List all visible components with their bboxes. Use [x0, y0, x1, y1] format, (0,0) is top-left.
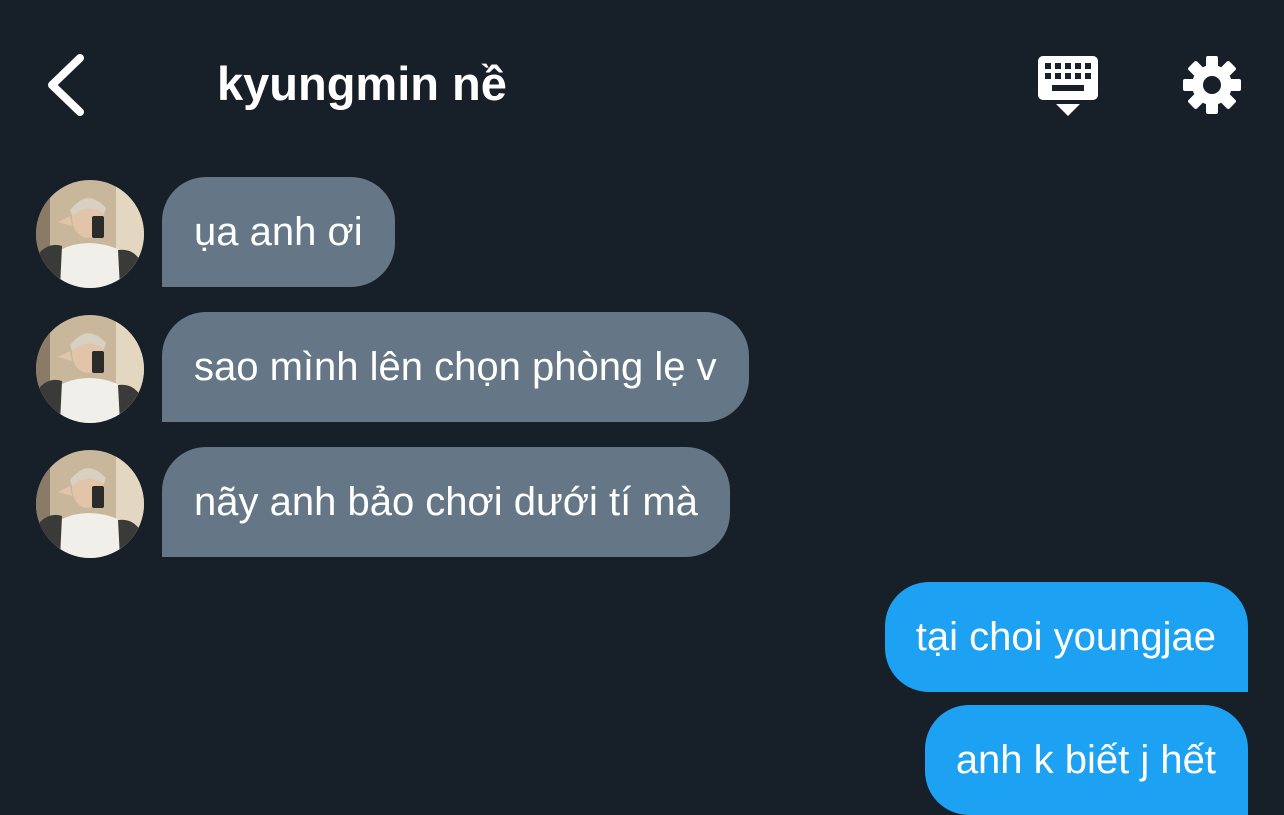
message-text: anh k biết j hết	[955, 738, 1216, 782]
settings-button[interactable]	[1180, 53, 1244, 117]
avatar[interactable]	[36, 180, 144, 288]
chevron-left-icon	[48, 54, 84, 116]
back-button[interactable]	[40, 50, 96, 120]
chat-title: kyungmin nề	[217, 57, 507, 110]
message-text: tại choi youngjae	[915, 615, 1216, 659]
outgoing-message-bubble[interactable]: tại choi youngjae	[884, 582, 1248, 692]
message-text: nãy anh bảo chơi dưới tí mà	[194, 480, 698, 524]
profile-photo	[36, 450, 144, 558]
keyboard-toggle-button[interactable]	[1034, 54, 1102, 118]
profile-photo	[36, 315, 144, 423]
incoming-message-bubble[interactable]: nãy anh bảo chơi dưới tí mà	[162, 447, 730, 557]
profile-photo	[36, 180, 144, 288]
incoming-message-bubble[interactable]: ụa anh ơi	[162, 177, 395, 287]
incoming-message-bubble[interactable]: sao mình lên chọn phòng lẹ v	[162, 312, 749, 422]
message-text: sao mình lên chọn phòng lẹ v	[194, 345, 717, 389]
gear-icon	[1183, 56, 1241, 114]
message-text: ụa anh ơi	[194, 210, 363, 254]
chat-header: kyungmin nề	[0, 0, 1284, 150]
keyboard-hide-icon	[1038, 56, 1098, 116]
outgoing-message-bubble[interactable]: anh k biết j hết	[924, 705, 1248, 815]
avatar[interactable]	[36, 450, 144, 558]
avatar[interactable]	[36, 315, 144, 423]
